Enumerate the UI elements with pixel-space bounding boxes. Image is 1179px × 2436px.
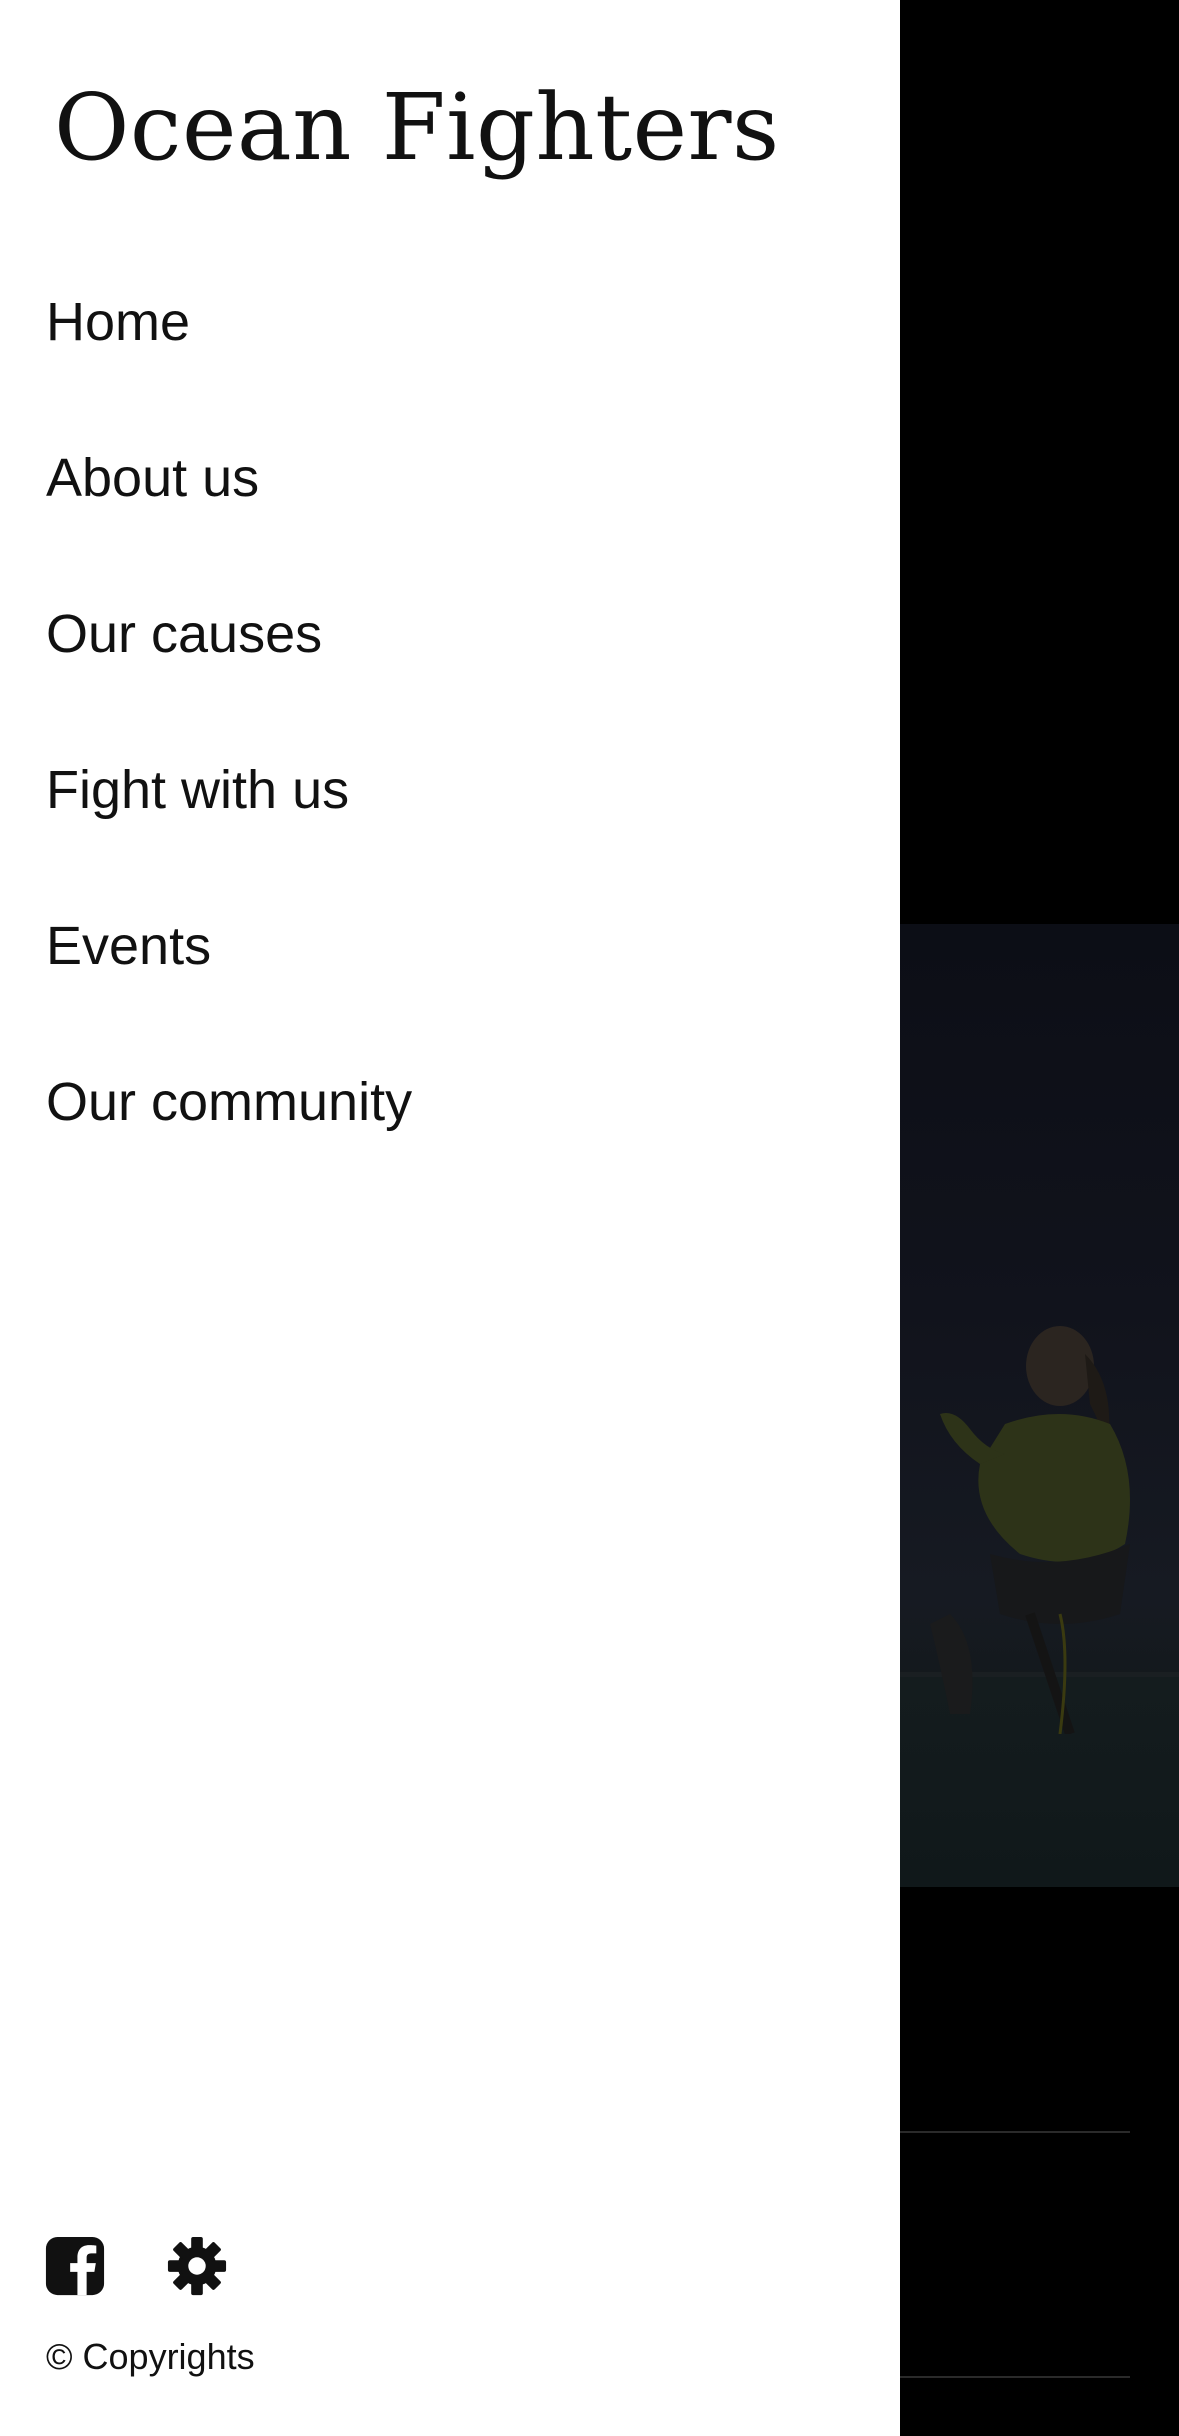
nav-link-our-community[interactable]: Our community <box>46 1070 412 1135</box>
hero-person-silhouette <box>930 1326 1130 1734</box>
nav-item-about-us: About us <box>46 446 412 602</box>
divider <box>880 2131 1130 2133</box>
nav-link-home[interactable]: Home <box>46 290 190 355</box>
nav-link-fight-with-us[interactable]: Fight with us <box>46 758 349 823</box>
divider <box>880 2376 1130 2378</box>
app-screen: nales Ocean Fighters Home About us Our c… <box>0 0 1179 2436</box>
nav-link-events[interactable]: Events <box>46 914 211 979</box>
facebook-icon[interactable] <box>44 2235 106 2297</box>
gear-icon[interactable] <box>166 2235 228 2297</box>
nav-item-our-causes: Our causes <box>46 602 412 758</box>
nav-link-about-us[interactable]: About us <box>46 446 259 511</box>
nav-link-our-causes[interactable]: Our causes <box>46 602 322 667</box>
copyright-text: © Copyrights <box>46 2336 255 2377</box>
footer-icons <box>44 2235 228 2297</box>
nav-item-our-community: Our community <box>46 1070 412 1226</box>
nav-menu: Home About us Our causes Fight with us E… <box>46 290 412 1226</box>
nav-item-fight-with-us: Fight with us <box>46 758 412 914</box>
navigation-drawer: Ocean Fighters Home About us Our causes … <box>0 0 900 2436</box>
nav-item-home: Home <box>46 290 412 446</box>
site-title[interactable]: Ocean Fighters <box>54 74 780 181</box>
nav-item-events: Events <box>46 914 412 1070</box>
